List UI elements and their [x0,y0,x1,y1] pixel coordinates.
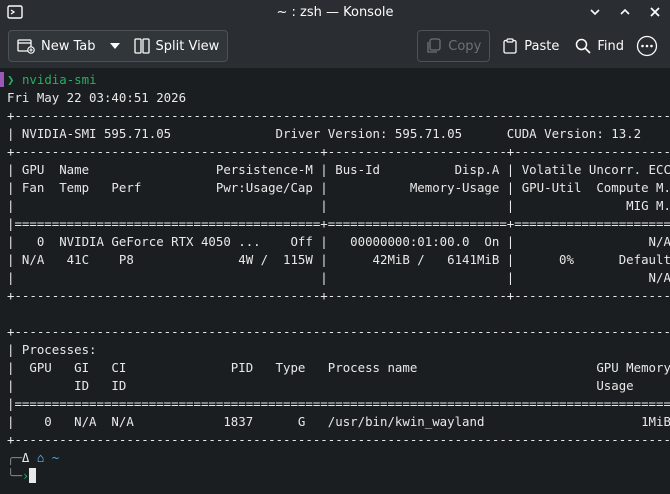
prompt-line-2: ╰─› [7,467,670,485]
new-tab-button[interactable]: New Tab [9,31,104,61]
paste-label: Paste [524,38,560,54]
terminal-app-icon[interactable] [6,3,24,21]
smi-line: | N/A 41C P8 4W / 115W | 42MiB / 6141MiB… [7,252,670,267]
search-icon [575,38,591,54]
smi-line: +---------------------------------------… [7,108,670,123]
smi-line: | GPU Name Persistence-M | Bus-Id Disp.A… [7,162,670,177]
prompt-corner-top: ╭─ [7,450,22,465]
more-icon [636,35,658,57]
prompt-symbol: ❯ [7,72,15,87]
close-icon[interactable] [646,3,664,21]
new-tab-label: New Tab [41,38,96,54]
split-view-button[interactable]: Split View [126,31,228,61]
smi-line: | | | MIG M. | [7,198,670,213]
prompt-corner-bottom: ╰─ [7,468,22,483]
new-tab-dropdown-button[interactable] [104,31,126,61]
prompt-arrow: › [21,468,30,483]
window-title: ~ : zsh — Konsole [276,4,394,20]
nvidia-smi-output: +---------------------------------------… [7,107,670,449]
tab-controls: New Tab Split View [8,30,229,62]
find-label: Find [597,38,624,54]
smi-line: +---------------------------------------… [7,144,670,159]
smi-line: |=======================================… [7,396,670,411]
command-line: ❯ nvidia-smi [7,71,670,89]
find-button[interactable]: Find [567,31,632,61]
chevron-down-icon [109,43,120,49]
date-line: Fri May 22 03:40:51 2026 [7,90,187,105]
user-icon: Δ [21,450,30,465]
command-text: nvidia-smi [21,72,97,87]
text-cursor [29,468,37,483]
new-tab-icon [17,38,35,54]
copy-label: Copy [448,38,482,54]
smi-line: +---------------------------------------… [7,324,670,339]
title-bar[interactable]: ~ : zsh — Konsole [0,0,670,24]
minimize-icon[interactable] [586,3,604,21]
smi-line: | 0 NVIDIA GeForce RTX 4050 ... Off | 00… [7,234,670,249]
command-marker [0,72,4,87]
smi-line: | ID ID Usage | [7,378,670,393]
smi-line: | Processes: | [7,342,670,357]
terminal-output: ❯ nvidia-smi Fri May 22 03:40:51 2026 +---… [7,71,670,485]
paste-button[interactable]: Paste [494,31,567,61]
smi-line: | GPU GI CI PID Type Process name GPU Me… [7,360,670,375]
current-dir: ~ [51,450,60,465]
smi-line: | 0 N/A N/A 1837 G /usr/bin/kwin_wayland… [7,414,670,429]
smi-line: | Fan Temp Perf Pwr:Usage/Cap | Memory-U… [7,180,670,195]
maximize-icon[interactable] [616,3,634,21]
prompt-line-1b: ╭─Δ ⌂ ~ [7,449,670,467]
edit-controls: Copy [417,30,491,62]
toolbar: New Tab Split View Copy Paste Find [0,24,670,69]
smi-line [7,305,670,323]
copy-button[interactable]: Copy [418,31,489,61]
smi-line: +---------------------------------------… [7,432,670,447]
smi-line: +---------------------------------------… [7,288,670,303]
home-icon: ⌂ [36,450,45,465]
terminal-view[interactable]: ❯ nvidia-smi Fri May 22 03:40:51 2026 +---… [0,68,670,494]
paste-icon [502,38,518,54]
konsole-window: ~ : zsh — Konsole New Tab Split View Cop… [0,0,670,494]
split-view-icon [133,38,150,54]
smi-line: | | | N/A | [7,270,670,285]
smi-line: |=======================================… [7,216,670,231]
split-view-label: Split View [155,38,220,54]
copy-icon [426,38,442,54]
smi-line: | NVIDIA-SMI 595.71.05 Driver Version: 5… [7,126,670,141]
menu-button[interactable] [632,31,662,61]
